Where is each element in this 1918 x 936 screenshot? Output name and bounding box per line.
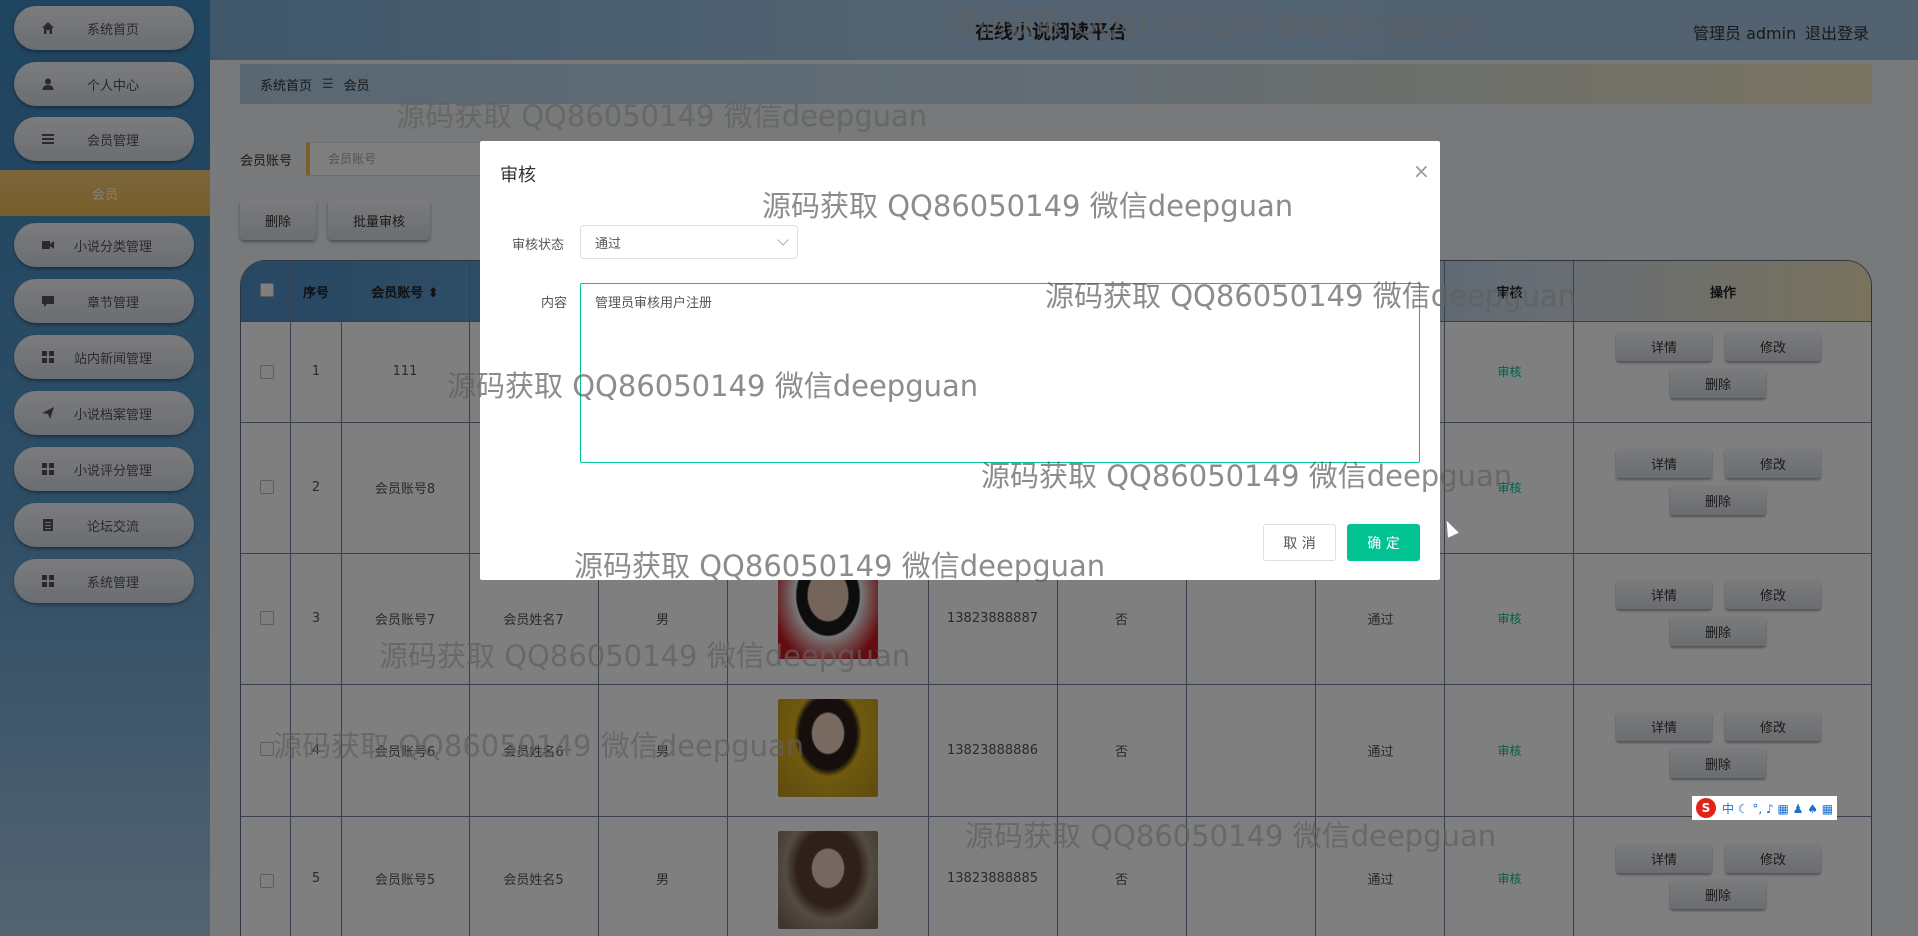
ime-options[interactable]: 中 ☾ °, ♪ ▦ ♟ ♠ ▦ [1722, 800, 1833, 817]
status-select-value: 通过 [595, 236, 622, 252]
close-icon[interactable]: × [1413, 159, 1430, 183]
cancel-button[interactable]: 取 消 [1263, 524, 1336, 561]
content-label: 内容 [541, 296, 568, 311]
content-text: 管理员审核用户注册 [595, 296, 713, 311]
review-dialog: 审核 × 审核状态 通过 内容 管理员审核用户注册 取 消 确 定 [480, 141, 1440, 580]
chevron-down-icon [777, 234, 789, 246]
content-textarea[interactable]: 管理员审核用户注册 [580, 283, 1420, 463]
confirm-button[interactable]: 确 定 [1347, 524, 1420, 561]
status-label: 审核状态 [512, 238, 565, 253]
ime-toolbar[interactable]: S 中 ☾ °, ♪ ▦ ♟ ♠ ▦ [1692, 796, 1838, 820]
dialog-title: 审核 [500, 165, 536, 186]
sogou-logo-icon[interactable]: S [1696, 798, 1716, 818]
status-select[interactable]: 通过 [580, 225, 798, 259]
